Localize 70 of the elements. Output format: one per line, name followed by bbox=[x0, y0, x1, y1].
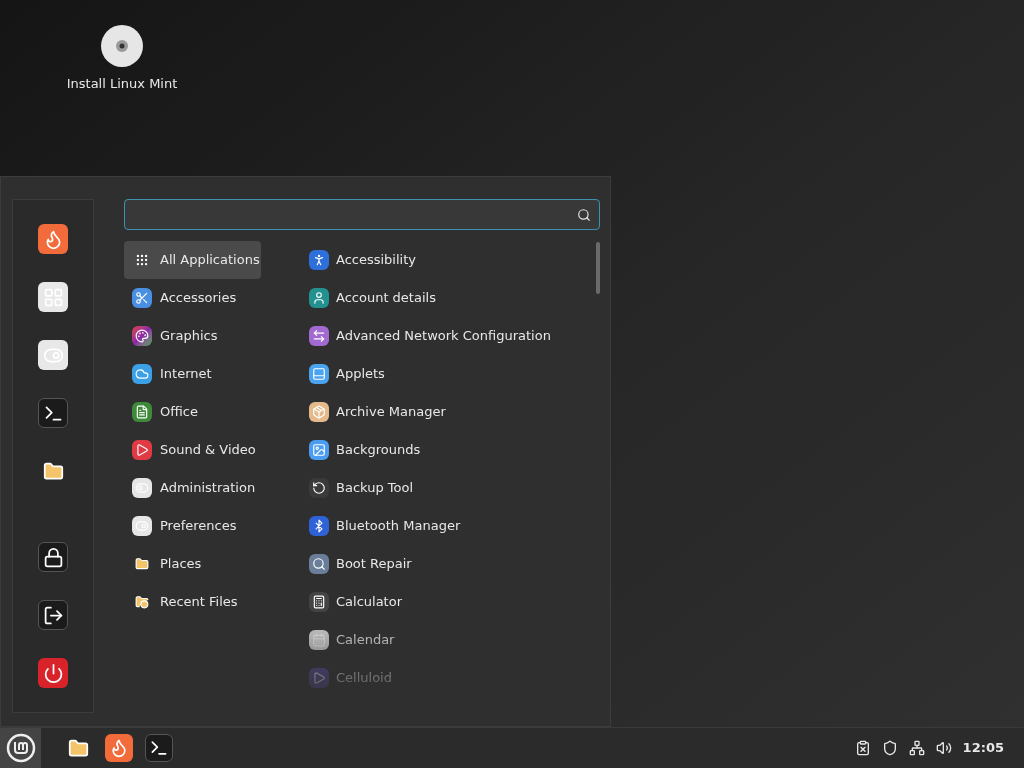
category-item[interactable]: Office bbox=[124, 393, 261, 431]
favorite-launcher[interactable] bbox=[38, 282, 68, 312]
toggle-icon bbox=[132, 478, 152, 498]
flame-icon bbox=[105, 734, 133, 762]
application-item[interactable]: Calculator bbox=[301, 583, 592, 621]
category-item[interactable]: Recent Files bbox=[124, 583, 261, 621]
taskbar-launcher[interactable] bbox=[145, 734, 173, 762]
category-item[interactable]: Administration bbox=[124, 469, 261, 507]
application-item[interactable]: Archive Manager bbox=[301, 393, 592, 431]
scissors-icon bbox=[132, 288, 152, 308]
category-item[interactable]: Sound & Video bbox=[124, 431, 261, 469]
application-item[interactable]: Bluetooth Manager bbox=[301, 507, 592, 545]
palette-icon bbox=[132, 326, 152, 346]
application-item[interactable]: Boot Repair bbox=[301, 545, 592, 583]
circular-arrow-icon bbox=[309, 478, 329, 498]
play-icon bbox=[132, 440, 152, 460]
terminal-icon bbox=[145, 734, 173, 762]
favorite-launcher[interactable] bbox=[38, 398, 68, 428]
application-item[interactable]: Backgrounds bbox=[301, 431, 592, 469]
desktop-icon-label[interactable]: Install Linux Mint bbox=[66, 74, 178, 94]
image-icon bbox=[309, 440, 329, 460]
session-button[interactable] bbox=[38, 542, 68, 572]
toggle-icon bbox=[38, 340, 68, 370]
scrollbar-thumb[interactable] bbox=[596, 242, 600, 294]
calculator-icon bbox=[309, 592, 329, 612]
disc-icon[interactable] bbox=[100, 24, 144, 68]
application-item[interactable]: Account details bbox=[301, 279, 592, 317]
category-item[interactable]: Accessories bbox=[124, 279, 261, 317]
power-icon bbox=[38, 658, 68, 688]
user-icon bbox=[309, 288, 329, 308]
search-icon bbox=[577, 207, 591, 222]
play-icon bbox=[309, 668, 329, 688]
lock-icon bbox=[38, 542, 68, 572]
toggle-icon bbox=[132, 516, 152, 536]
document-icon bbox=[132, 402, 152, 422]
panel-icon bbox=[309, 364, 329, 384]
category-item[interactable]: Graphics bbox=[124, 317, 261, 355]
search-field[interactable] bbox=[124, 199, 600, 230]
arrows-icon bbox=[309, 326, 329, 346]
logout-icon bbox=[38, 600, 68, 630]
flame-icon bbox=[38, 224, 68, 254]
category-item[interactable]: All Applications bbox=[124, 241, 261, 279]
taskbar-launcher[interactable] bbox=[105, 734, 133, 762]
clipboard-icon[interactable] bbox=[854, 740, 871, 756]
clock[interactable]: 12:05 bbox=[962, 738, 1004, 758]
shield-icon[interactable] bbox=[881, 740, 898, 756]
logo-icon bbox=[5, 733, 36, 763]
calendar-icon bbox=[309, 630, 329, 650]
application-item[interactable]: Advanced Network Configuration bbox=[301, 317, 592, 355]
application-item[interactable]: Backup Tool bbox=[301, 469, 592, 507]
grid-icon bbox=[38, 282, 68, 312]
menu-button[interactable] bbox=[0, 727, 41, 768]
category-item[interactable]: Places bbox=[124, 545, 261, 583]
session-button[interactable] bbox=[38, 600, 68, 630]
application-item[interactable]: Calendar bbox=[301, 621, 592, 659]
category-item[interactable]: Internet bbox=[124, 355, 261, 393]
network-icon[interactable] bbox=[908, 740, 925, 756]
terminal-icon bbox=[38, 398, 68, 428]
box-icon bbox=[309, 402, 329, 422]
application-item[interactable]: Applets bbox=[301, 355, 592, 393]
volume-icon[interactable] bbox=[935, 740, 952, 756]
application-item[interactable]: Accessibility bbox=[301, 241, 592, 279]
person-icon bbox=[309, 250, 329, 270]
category-item[interactable]: Preferences bbox=[124, 507, 261, 545]
magnifier-icon bbox=[309, 554, 329, 574]
cloud-icon bbox=[132, 364, 152, 384]
favorite-launcher[interactable] bbox=[38, 340, 68, 370]
bluetooth-icon bbox=[309, 516, 329, 536]
session-button[interactable] bbox=[38, 658, 68, 688]
favorite-launcher[interactable] bbox=[38, 224, 68, 254]
